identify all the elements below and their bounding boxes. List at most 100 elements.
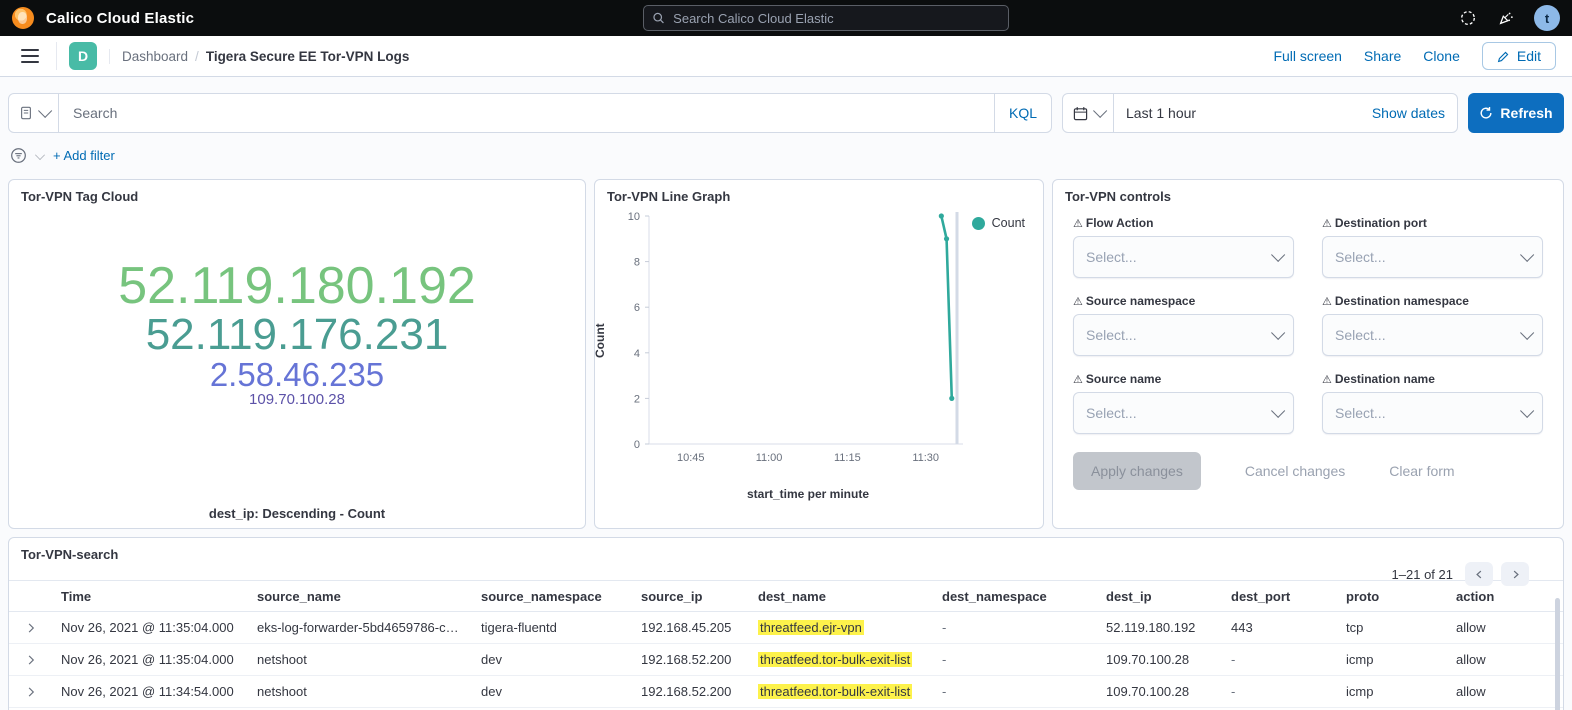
pagination-prev-button[interactable] — [1465, 562, 1493, 586]
show-dates-button[interactable]: Show dates — [1360, 94, 1457, 132]
svg-text:11:15: 11:15 — [834, 452, 861, 464]
time-picker: Last 1 hour Show dates — [1062, 93, 1458, 133]
control-select-source-namespace[interactable]: Select... — [1073, 314, 1294, 356]
cancel-changes-button[interactable]: Cancel changes — [1245, 463, 1345, 479]
breadcrumb-separator: / — [195, 49, 199, 64]
controls-panel: Tor-VPN controls ⚠Flow ActionSelect...⚠D… — [1052, 179, 1564, 529]
column-header-dest_name[interactable]: dest_name — [750, 589, 934, 604]
column-header-dest_ip[interactable]: dest_ip — [1098, 589, 1223, 604]
add-filter-button[interactable]: + Add filter — [53, 148, 115, 163]
header-right: t — [1458, 5, 1560, 31]
table-cell-Time: Nov 26, 2021 @ 11:34:54.000 — [53, 684, 249, 699]
svg-text:2: 2 — [634, 393, 640, 405]
breadcrumb-dashboard-link[interactable]: Dashboard — [122, 49, 188, 64]
control-label: ⚠Flow Action — [1073, 216, 1294, 230]
table-cell-dest_namespace: - — [934, 620, 1098, 635]
help-icon[interactable] — [1458, 8, 1478, 28]
pagination-next-button[interactable] — [1501, 562, 1529, 586]
tag-cloud-tag[interactable]: 2.58.46.235 — [210, 358, 384, 392]
row-expand-button[interactable] — [9, 686, 53, 698]
table-cell-dest_port: 443 — [1223, 620, 1338, 635]
control-select-destination-port[interactable]: Select... — [1322, 236, 1543, 278]
svg-text:8: 8 — [634, 257, 640, 269]
chevron-down-icon — [38, 104, 52, 118]
kql-search-input[interactable] — [71, 104, 982, 122]
apply-changes-button[interactable]: Apply changes — [1073, 452, 1201, 490]
table-cell-dest_port: - — [1223, 684, 1338, 699]
date-quick-menu-button[interactable] — [1063, 94, 1114, 132]
column-header-action[interactable]: action — [1448, 589, 1563, 604]
chart-area: Count 024681010:4511:0011:1511:30 start_… — [595, 208, 1043, 501]
tag-cloud-tag[interactable]: 109.70.100.28 — [249, 392, 345, 407]
table-cell-proto: icmp — [1338, 684, 1448, 699]
control-select-destination-namespace[interactable]: Select... — [1322, 314, 1543, 356]
query-bar: KQL Last 1 hour Show dates Refresh — [8, 93, 1564, 133]
space-badge[interactable]: D — [69, 42, 97, 70]
control-select-flow-action[interactable]: Select... — [1073, 236, 1294, 278]
nav-actions: Full screen Share Clone Edit — [1273, 42, 1556, 70]
column-header-dest_namespace[interactable]: dest_namespace — [934, 589, 1098, 604]
column-header-proto[interactable]: proto — [1338, 589, 1448, 604]
row-expand-button[interactable] — [9, 622, 53, 634]
news-party-popper-icon[interactable] — [1496, 8, 1516, 28]
warning-icon: ⚠ — [1073, 373, 1083, 386]
control-label: ⚠Destination port — [1322, 216, 1543, 230]
table-cell-source_ip: 192.168.52.200 — [633, 684, 750, 699]
tag-cloud-tag[interactable]: 52.119.176.231 — [146, 313, 449, 358]
table-cell-action: allow — [1448, 684, 1563, 699]
legend-item-count[interactable]: Count — [972, 216, 1025, 230]
table-cell-source_namespace: tigera-fluentd — [473, 620, 633, 635]
legend-dot-icon — [972, 217, 985, 230]
tag-cloud-tag[interactable]: 52.119.180.192 — [118, 260, 476, 313]
svg-text:10: 10 — [628, 211, 640, 223]
chevron-right-icon — [25, 622, 37, 634]
refresh-button[interactable]: Refresh — [1468, 93, 1564, 133]
table-cell-source_name: netshoot — [249, 684, 473, 699]
column-header-source_name[interactable]: source_name — [249, 589, 473, 604]
menu-hamburger-icon[interactable] — [16, 42, 57, 70]
table-scrollbar[interactable] — [1555, 598, 1560, 710]
filter-circle-icon[interactable] — [10, 147, 27, 164]
table-cell-dest_ip: 109.70.100.28 — [1098, 652, 1223, 667]
control-label: ⚠Destination name — [1322, 372, 1543, 386]
column-header-source_namespace[interactable]: source_namespace — [473, 589, 633, 604]
control-select-source-name[interactable]: Select... — [1073, 392, 1294, 434]
navbar: D Dashboard / Tigera Secure EE Tor-VPN L… — [0, 36, 1572, 77]
table-cell-source_namespace: dev — [473, 652, 633, 667]
svg-text:11:30: 11:30 — [912, 452, 939, 464]
chevron-down-icon — [1271, 248, 1285, 262]
pencil-icon — [1497, 50, 1510, 63]
table-cell-dest_name: threatfeed.ejr-vpn — [750, 620, 934, 635]
time-range-value[interactable]: Last 1 hour — [1114, 94, 1360, 132]
global-search[interactable] — [643, 5, 1009, 31]
row-expand-button[interactable] — [9, 654, 53, 666]
table-cell-proto: tcp — [1338, 620, 1448, 635]
saved-query-menu-button[interactable] — [9, 94, 59, 132]
pagination-count: 1–21 of 21 — [1392, 567, 1453, 582]
table-cell-source_name: netshoot — [249, 652, 473, 667]
chevron-right-icon — [25, 654, 37, 666]
table-cell-source_ip: 192.168.52.200 — [633, 652, 750, 667]
column-header-source_ip[interactable]: source_ip — [633, 589, 750, 604]
pagination: 1–21 of 21 — [1392, 562, 1529, 586]
table-cell-Time: Nov 26, 2021 @ 11:35:04.000 — [53, 652, 249, 667]
table-row: Nov 26, 2021 @ 11:35:04.000eks-log-forwa… — [9, 612, 1563, 644]
share-button[interactable]: Share — [1364, 48, 1401, 64]
table-cell-dest_ip: 52.119.180.192 — [1098, 620, 1223, 635]
edit-button[interactable]: Edit — [1482, 42, 1556, 70]
tag-cloud-panel: Tor-VPN Tag Cloud 52.119.180.19252.119.1… — [8, 179, 586, 529]
column-header-Time[interactable]: Time — [53, 589, 249, 604]
global-search-input[interactable] — [671, 10, 1000, 27]
query-language-button[interactable]: KQL — [994, 94, 1051, 132]
table-cell-dest_ip: 109.70.100.28 — [1098, 684, 1223, 699]
table-cell-dest_namespace: - — [934, 684, 1098, 699]
column-header-dest_port[interactable]: dest_port — [1223, 589, 1338, 604]
table-cell-proto: icmp — [1338, 652, 1448, 667]
controls-buttons: Apply changes Cancel changes Clear form — [1053, 434, 1563, 490]
clone-button[interactable]: Clone — [1423, 48, 1460, 64]
control-select-destination-name[interactable]: Select... — [1322, 392, 1543, 434]
user-avatar[interactable]: t — [1534, 5, 1560, 31]
svg-text:11:00: 11:00 — [756, 452, 783, 464]
clear-form-button[interactable]: Clear form — [1389, 463, 1454, 479]
full-screen-button[interactable]: Full screen — [1273, 48, 1341, 64]
